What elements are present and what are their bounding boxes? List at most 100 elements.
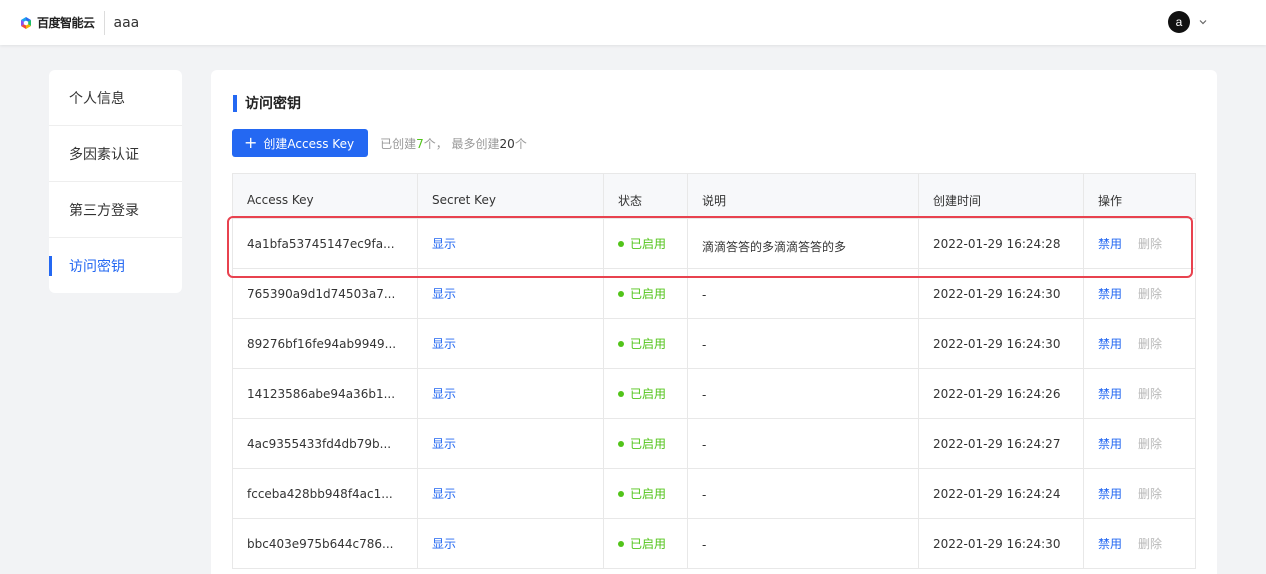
logo-icon <box>21 16 31 29</box>
description-cell: - <box>687 518 919 569</box>
status-text: 已启用 <box>630 487 667 501</box>
delete-button[interactable]: 删除 <box>1138 537 1162 551</box>
show-secret-link[interactable]: 显示 <box>432 237 456 251</box>
show-secret-link[interactable]: 显示 <box>432 387 456 401</box>
description-cell: - <box>687 268 919 319</box>
status-badge: 已启用 <box>618 485 666 502</box>
status-cell: 已启用 <box>603 368 688 419</box>
table-header-row: Access Key Secret Key 状态 说明 创建时间 操作 <box>232 173 1196 219</box>
show-secret-link[interactable]: 显示 <box>432 537 456 551</box>
delete-button[interactable]: 删除 <box>1138 287 1162 301</box>
created-time-cell: 2022-01-29 16:24:30 <box>918 318 1084 369</box>
secret-key-cell: 显示 <box>417 518 604 569</box>
access-key-cell: 765390a9d1d74503a7... <box>232 268 418 319</box>
delete-button[interactable]: 删除 <box>1138 437 1162 451</box>
table-row: 89276bf16fe94ab9949... 显示 已启用 -2022-01-29 1… <box>232 318 1196 369</box>
created-time-cell: 2022-01-29 16:24:28 <box>918 218 1084 269</box>
sidebar-nav: 个人信息 多因素认证 第三方登录 访问密钥 <box>49 70 182 293</box>
secret-key-cell: 显示 <box>417 468 604 519</box>
status-dot-icon <box>618 240 624 247</box>
access-key-cell: bbc403e975b644c786... <box>232 518 418 569</box>
status-cell: 已启用 <box>603 518 688 569</box>
disable-button[interactable]: 禁用 <box>1098 487 1122 501</box>
avatar[interactable]: a <box>1168 11 1190 33</box>
create-access-key-button[interactable]: + 创建Access Key <box>232 129 369 157</box>
column-header-status: 状态 <box>603 173 688 219</box>
access-key-table: Access Key Secret Key 状态 说明 创建时间 操作 4a1b… <box>232 173 1196 569</box>
chevron-down-icon[interactable] <box>1198 17 1208 27</box>
create-button-label: 创建Access Key <box>263 136 355 151</box>
access-key-cell: 4a1bfa53745147ec9fa... <box>232 218 418 269</box>
status-cell: 已启用 <box>603 268 688 319</box>
section-header: 访问密钥 <box>233 93 301 113</box>
access-key-cell: 14123586abe94a36b1... <box>232 368 418 419</box>
status-badge: 已启用 <box>618 235 666 252</box>
show-secret-link[interactable]: 显示 <box>432 487 456 501</box>
disable-button[interactable]: 禁用 <box>1098 337 1122 351</box>
show-secret-link[interactable]: 显示 <box>432 287 456 301</box>
status-dot-icon <box>618 540 624 547</box>
disable-button[interactable]: 禁用 <box>1098 537 1122 551</box>
table-row: fcceba428bb948f4ac1... 显示 已启用 -2022-01-29 1… <box>232 468 1196 519</box>
project-name[interactable]: aaa <box>114 15 140 31</box>
created-time-cell: 2022-01-29 16:24:27 <box>918 418 1084 469</box>
header-divider <box>103 10 105 35</box>
delete-button[interactable]: 删除 <box>1138 387 1162 401</box>
status-dot-icon <box>618 490 624 497</box>
quota-text: 已创建7个， 最多创建20个 <box>380 135 527 152</box>
status-badge: 已启用 <box>618 535 666 552</box>
title-accent-bar <box>233 94 237 112</box>
show-secret-link[interactable]: 显示 <box>432 337 456 351</box>
actions-cell: 禁用 删除 <box>1083 518 1196 569</box>
disable-button[interactable]: 禁用 <box>1098 437 1122 451</box>
sidebar-item-third-party-login[interactable]: 第三方登录 <box>49 182 182 238</box>
description-cell: - <box>687 318 919 369</box>
status-dot-icon <box>618 290 624 297</box>
delete-button[interactable]: 删除 <box>1138 337 1162 351</box>
description-cell: - <box>687 368 919 419</box>
sidebar-item-personal-info[interactable]: 个人信息 <box>49 70 182 126</box>
created-time-cell: 2022-01-29 16:24:26 <box>918 368 1084 419</box>
access-key-cell: fcceba428bb948f4ac1... <box>232 468 418 519</box>
access-key-cell: 89276bf16fe94ab9949... <box>232 318 418 369</box>
delete-button[interactable]: 删除 <box>1138 237 1162 251</box>
table-row: 765390a9d1d74503a7... 显示 已启用 -2022-01-29 16… <box>232 268 1196 319</box>
column-header-actions: 操作 <box>1083 173 1196 219</box>
secret-key-cell: 显示 <box>417 318 604 369</box>
table-row: 4ac9355433fd4db79b... 显示 已启用 -2022-01-29 16… <box>232 418 1196 469</box>
disable-button[interactable]: 禁用 <box>1098 287 1122 301</box>
secret-key-cell: 显示 <box>417 418 604 469</box>
status-cell: 已启用 <box>603 468 688 519</box>
column-header-description: 说明 <box>687 173 919 219</box>
main-panel: 访问密钥 + 创建Access Key 已创建7个， 最多创建20个 Acces… <box>211 70 1217 574</box>
delete-button[interactable]: 删除 <box>1138 487 1162 501</box>
actions-cell: 禁用 删除 <box>1083 368 1196 419</box>
brand-logo[interactable]: 百度智能云 <box>19 0 95 45</box>
disable-button[interactable]: 禁用 <box>1098 387 1122 401</box>
status-text: 已启用 <box>630 337 667 351</box>
status-dot-icon <box>618 440 624 447</box>
status-dot-icon <box>618 390 624 397</box>
status-cell: 已启用 <box>603 418 688 469</box>
quota-suffix: 个 <box>514 136 527 151</box>
status-cell: 已启用 <box>603 318 688 369</box>
toolbar: + 创建Access Key 已创建7个， 最多创建20个 <box>232 129 527 157</box>
status-dot-icon <box>618 340 624 347</box>
secret-key-cell: 显示 <box>417 368 604 419</box>
logo-text: 百度智能云 <box>37 16 95 30</box>
status-text: 已启用 <box>630 537 667 551</box>
created-time-cell: 2022-01-29 16:24:30 <box>918 518 1084 569</box>
user-menu[interactable]: a <box>1168 11 1208 33</box>
sidebar-item-mfa[interactable]: 多因素认证 <box>49 126 182 182</box>
secret-key-cell: 显示 <box>417 218 604 269</box>
sidebar-item-access-keys[interactable]: 访问密钥 <box>49 238 182 294</box>
disable-button[interactable]: 禁用 <box>1098 237 1122 251</box>
table-row: bbc403e975b644c786... 显示 已启用 -2022-01-29 16… <box>232 518 1196 569</box>
show-secret-link[interactable]: 显示 <box>432 437 456 451</box>
actions-cell: 禁用 删除 <box>1083 218 1196 269</box>
actions-cell: 禁用 删除 <box>1083 268 1196 319</box>
actions-cell: 禁用 删除 <box>1083 318 1196 369</box>
plus-icon: + <box>244 133 258 152</box>
status-text: 已启用 <box>630 437 667 451</box>
column-header-created-time: 创建时间 <box>918 173 1084 219</box>
